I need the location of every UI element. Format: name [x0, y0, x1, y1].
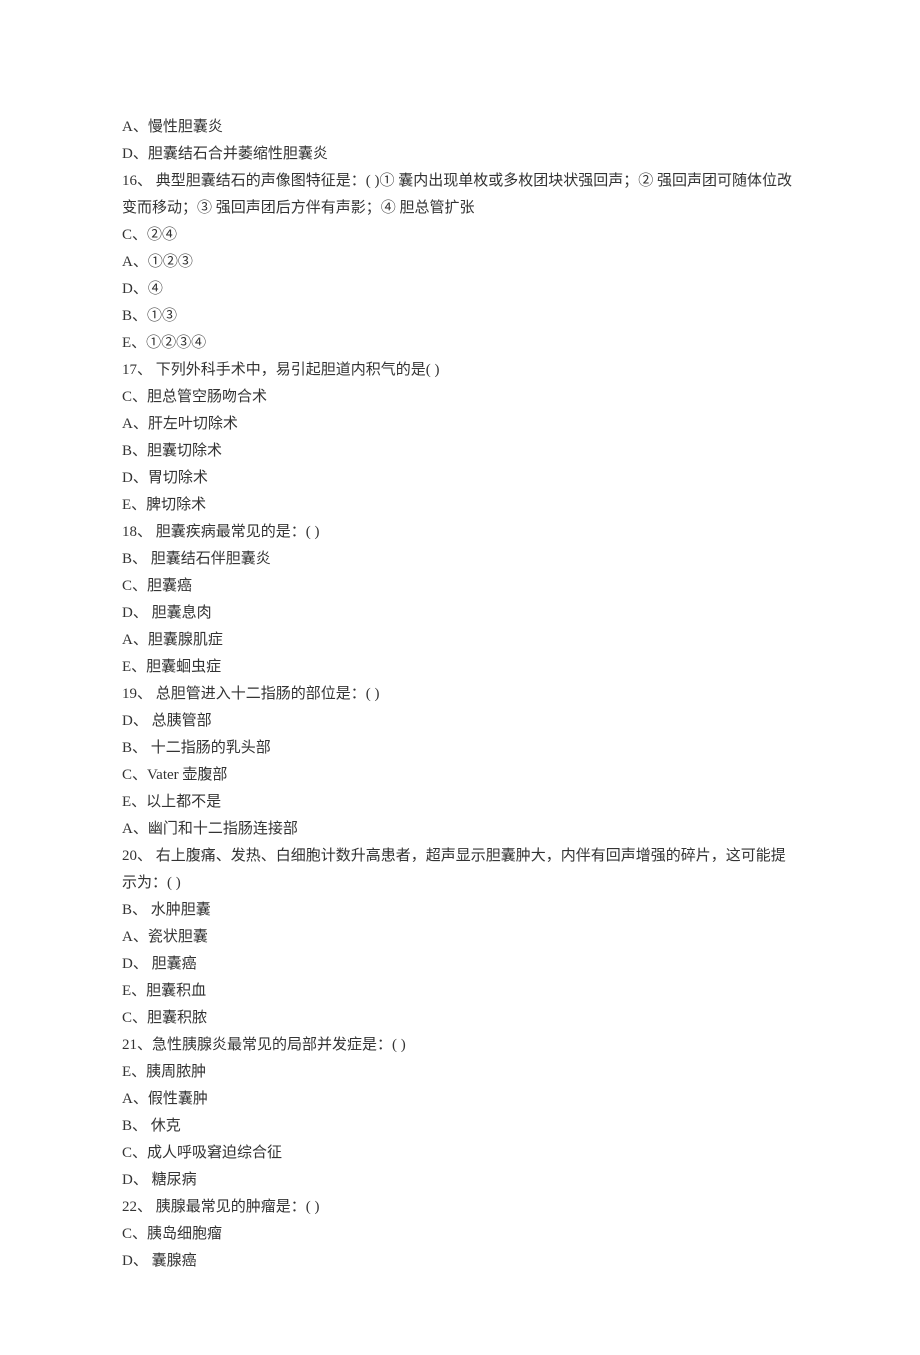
option-line: D、胆囊结石合并萎缩性胆囊炎 [122, 141, 800, 168]
option-line: C、成人呼吸窘迫综合征 [122, 1140, 800, 1167]
option-line: C、胆囊积脓 [122, 1005, 800, 1032]
question-line: 22、 胰腺最常见的肿瘤是：( ) [122, 1194, 800, 1221]
option-line: D、胃切除术 [122, 465, 800, 492]
option-line: A、慢性胆囊炎 [122, 114, 800, 141]
question-line: 18、 胆囊疾病最常见的是：( ) [122, 519, 800, 546]
question-line: 16、 典型胆囊结石的声像图特征是：( )① 囊内出现单枚或多枚团块状强回声；②… [122, 168, 800, 222]
option-line: A、肝左叶切除术 [122, 411, 800, 438]
document-page: A、慢性胆囊炎 D、胆囊结石合并萎缩性胆囊炎 16、 典型胆囊结石的声像图特征是… [0, 0, 920, 1355]
question-line: 19、 总胆管进入十二指肠的部位是：( ) [122, 681, 800, 708]
option-line: D、 胆囊癌 [122, 951, 800, 978]
option-line: B、 水肿胆囊 [122, 897, 800, 924]
question-line: 20、 右上腹痛、发热、白细胞计数升高患者，超声显示胆囊肿大，内伴有回声增强的碎… [122, 843, 800, 897]
option-line: D、 囊腺癌 [122, 1248, 800, 1275]
option-line: A、胆囊腺肌症 [122, 627, 800, 654]
option-line: D、 胆囊息肉 [122, 600, 800, 627]
option-line: E、胆囊积血 [122, 978, 800, 1005]
option-line: D、 糖尿病 [122, 1167, 800, 1194]
option-line: E、①②③④ [122, 330, 800, 357]
option-line: B、 十二指肠的乳头部 [122, 735, 800, 762]
option-line: C、胆总管空肠吻合术 [122, 384, 800, 411]
option-line: C、②④ [122, 222, 800, 249]
option-line: B、胆囊切除术 [122, 438, 800, 465]
option-line: A、①②③ [122, 249, 800, 276]
option-line: A、瓷状胆囊 [122, 924, 800, 951]
option-line: E、胆囊蛔虫症 [122, 654, 800, 681]
question-line: 17、 下列外科手术中，易引起胆道内积气的是( ) [122, 357, 800, 384]
option-line: D、④ [122, 276, 800, 303]
option-line: C、胰岛细胞瘤 [122, 1221, 800, 1248]
option-line: C、Vater 壶腹部 [122, 762, 800, 789]
option-line: E、胰周脓肿 [122, 1059, 800, 1086]
option-line: E、以上都不是 [122, 789, 800, 816]
option-line: C、胆囊癌 [122, 573, 800, 600]
option-line: B、①③ [122, 303, 800, 330]
option-line: E、脾切除术 [122, 492, 800, 519]
option-line: D、 总胰管部 [122, 708, 800, 735]
option-line: A、幽门和十二指肠连接部 [122, 816, 800, 843]
option-line: B、 胆囊结石伴胆囊炎 [122, 546, 800, 573]
option-line: B、 休克 [122, 1113, 800, 1140]
option-line: A、假性囊肿 [122, 1086, 800, 1113]
question-line: 21、急性胰腺炎最常见的局部并发症是：( ) [122, 1032, 800, 1059]
